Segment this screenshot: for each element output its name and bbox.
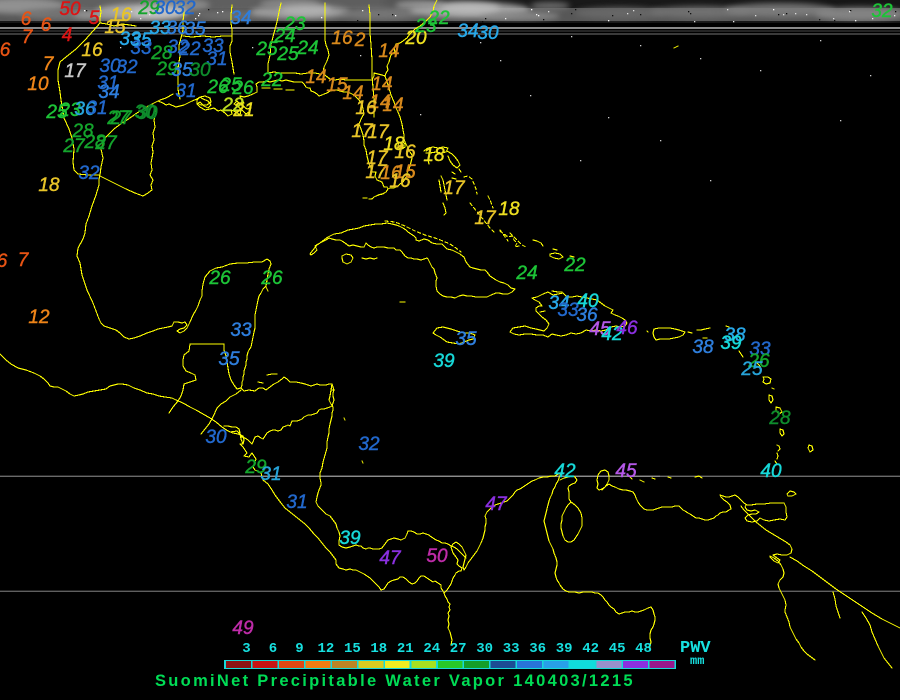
svg-text:24: 24 [423, 641, 440, 657]
svg-text:14: 14 [305, 67, 326, 88]
svg-text:32: 32 [174, 0, 196, 19]
svg-text:17: 17 [443, 178, 466, 199]
svg-text:24: 24 [296, 38, 318, 59]
svg-text:50: 50 [426, 546, 448, 567]
svg-text:49: 49 [232, 618, 254, 639]
svg-text:27: 27 [109, 108, 133, 129]
svg-text:46: 46 [616, 318, 638, 339]
svg-text:33: 33 [230, 320, 252, 341]
svg-text:12: 12 [28, 307, 50, 328]
svg-text:25: 25 [255, 39, 278, 60]
svg-text:18: 18 [498, 199, 520, 220]
svg-text:34: 34 [457, 21, 478, 42]
svg-text:48: 48 [635, 641, 652, 657]
svg-text:24: 24 [515, 263, 537, 284]
svg-text:6: 6 [0, 40, 11, 61]
svg-text:27: 27 [450, 641, 467, 657]
svg-text:28: 28 [768, 408, 791, 429]
svg-text:22: 22 [427, 8, 450, 29]
svg-text:mm: mm [690, 654, 704, 668]
svg-text:5: 5 [89, 8, 100, 29]
svg-text:12: 12 [317, 641, 334, 657]
svg-text:35: 35 [218, 349, 240, 370]
svg-text:30: 30 [205, 427, 227, 448]
svg-text:31: 31 [260, 464, 281, 485]
svg-text:47: 47 [379, 548, 402, 569]
svg-text:7: 7 [22, 27, 34, 48]
svg-text:3: 3 [242, 641, 250, 657]
svg-text:6: 6 [269, 641, 277, 657]
svg-text:21: 21 [232, 100, 254, 121]
svg-text:39: 39 [556, 641, 573, 657]
svg-text:38: 38 [692, 337, 714, 358]
svg-text:7: 7 [43, 54, 55, 75]
svg-text:18: 18 [423, 145, 445, 166]
svg-text:21: 21 [397, 641, 414, 657]
svg-text:15: 15 [344, 641, 361, 657]
svg-text:27: 27 [94, 133, 118, 154]
svg-text:35: 35 [455, 329, 477, 350]
svg-text:16: 16 [394, 142, 416, 163]
svg-text:30: 30 [134, 102, 156, 123]
svg-text:7: 7 [18, 250, 30, 271]
svg-text:16: 16 [389, 171, 411, 192]
svg-text:17: 17 [474, 208, 497, 229]
svg-text:16: 16 [331, 28, 353, 49]
svg-text:39: 39 [720, 333, 742, 354]
svg-text:25: 25 [740, 359, 763, 380]
svg-text:32: 32 [871, 1, 893, 22]
svg-text:32: 32 [78, 163, 100, 184]
svg-text:6: 6 [0, 251, 8, 272]
svg-text:2: 2 [354, 30, 366, 51]
svg-text:36: 36 [529, 641, 546, 657]
svg-text:22: 22 [260, 70, 283, 91]
svg-text:6: 6 [41, 15, 52, 36]
svg-text:30: 30 [154, 0, 176, 19]
svg-text:42: 42 [554, 461, 576, 482]
svg-text:14: 14 [378, 41, 399, 62]
svg-text:9: 9 [295, 641, 303, 657]
svg-text:42: 42 [582, 641, 599, 657]
svg-text:33: 33 [130, 38, 152, 59]
svg-text:32: 32 [358, 434, 380, 455]
svg-text:40: 40 [760, 461, 782, 482]
svg-text:33: 33 [503, 641, 520, 657]
svg-text:4: 4 [62, 25, 73, 46]
svg-text:45: 45 [609, 641, 626, 657]
svg-text:39: 39 [339, 528, 361, 549]
svg-text:39: 39 [433, 351, 455, 372]
svg-text:30: 30 [477, 23, 499, 44]
svg-text:31: 31 [175, 81, 196, 102]
svg-text:18: 18 [370, 641, 387, 657]
svg-text:26: 26 [260, 268, 283, 289]
svg-text:18: 18 [38, 175, 60, 196]
svg-text:32: 32 [116, 57, 138, 78]
svg-text:26: 26 [208, 268, 231, 289]
svg-text:14: 14 [382, 95, 403, 116]
svg-text:27: 27 [62, 136, 86, 157]
svg-text:17: 17 [64, 61, 87, 82]
svg-text:22: 22 [563, 255, 586, 276]
svg-text:30: 30 [476, 641, 493, 657]
svg-text:25: 25 [276, 44, 299, 65]
svg-text:16: 16 [355, 98, 377, 119]
svg-text:34: 34 [230, 8, 251, 29]
svg-text:50: 50 [59, 0, 81, 20]
svg-text:31: 31 [286, 492, 307, 513]
svg-text:SuomiNet Precipitable Water Va: SuomiNet Precipitable Water Vapor 140403… [155, 672, 635, 690]
svg-text:22: 22 [178, 39, 201, 60]
svg-text:47: 47 [485, 494, 508, 515]
svg-text:10: 10 [27, 74, 49, 95]
svg-text:45: 45 [615, 461, 637, 482]
